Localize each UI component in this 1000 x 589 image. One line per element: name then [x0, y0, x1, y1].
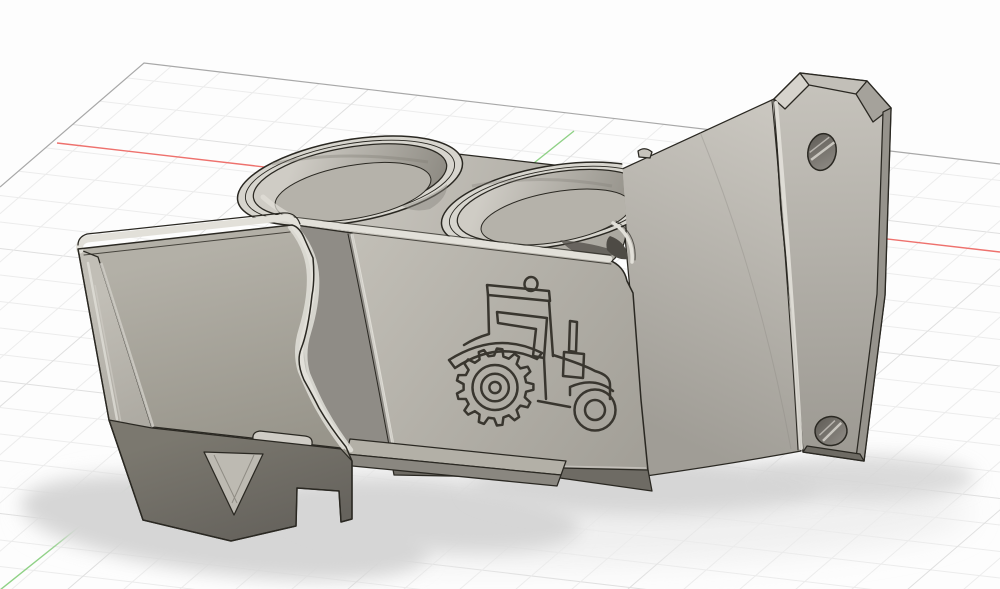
cad-viewport[interactable] [0, 0, 1000, 589]
transition-edge-nub [638, 149, 652, 158]
transition-panel[interactable] [620, 99, 801, 476]
